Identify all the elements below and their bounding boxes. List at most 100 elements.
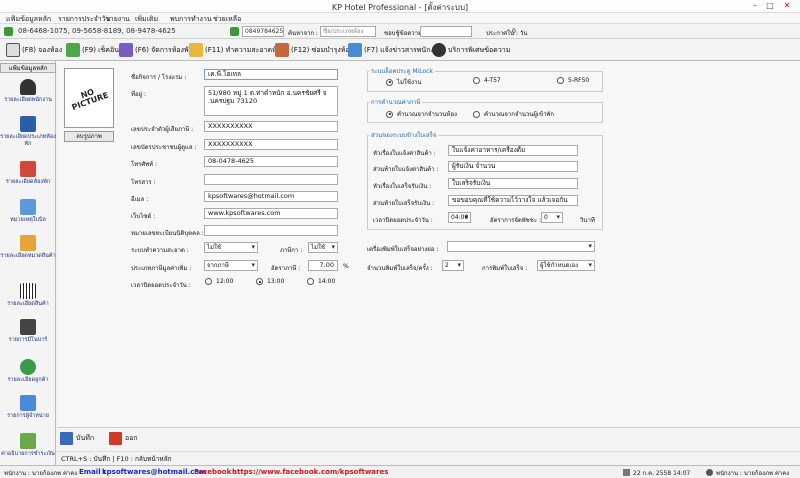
name-label: ชื่อกิจการ / โรงแรม : [131, 74, 187, 81]
radio-dot-selected [386, 110, 393, 118]
invoice-head-label: หัวเรื่องใบแจ้งค่าสินค้า : [373, 150, 436, 157]
datetime: 22 ก.ค. 2558 14:07 [633, 470, 691, 477]
checkout-13-radio[interactable]: 13:00 [256, 278, 284, 285]
booking-button[interactable]: (F8) จองห้อง [6, 42, 62, 58]
sidebar-item-payment[interactable]: ค่าอธิบายการชำระเงิน [0, 433, 56, 469]
cleaning-button[interactable]: (F11) ทำความสะอาดห้อง [189, 42, 284, 58]
invoice-footer-input[interactable]: ผู้รับเงิน จำนวน [448, 161, 578, 172]
website-label: เว็บไซต์ : [131, 213, 156, 220]
sidebar: แฟ้มข้อมูลหลัก รายละเอียดพนักงาน รายละเอ… [0, 61, 56, 465]
radio-label: 12:00 [216, 278, 234, 285]
website-input[interactable]: www.kpsoftwares.com [204, 208, 338, 219]
checkin-label: (F9) เช็คอิน [82, 45, 119, 54]
mobile-icon [230, 27, 239, 36]
receipt-head-input[interactable]: ใบเสร็จรับเงิน [448, 178, 578, 189]
idcard-label: เลขบัตรประชาชนผู้ดูแล : [131, 144, 197, 151]
repair-icon [275, 43, 289, 57]
facebook-link[interactable]: https://www.facebook.com/kpsoftwares [232, 468, 388, 476]
taxid-input[interactable]: XXXXXXXXXX [204, 121, 338, 132]
sidebar-item-customer[interactable]: รายละเอียดลูกค้า [0, 359, 56, 395]
save-button[interactable]: บันทึก [60, 432, 94, 445]
sidebar-item-category[interactable]: รายละเอียดหมวดสินค้า [0, 235, 56, 271]
free-text-input[interactable] [420, 26, 472, 37]
supplier-icon [20, 395, 36, 411]
category-icon [20, 235, 36, 251]
sidebar-tab-master[interactable]: แฟ้มข้อมูลหลัก [0, 63, 56, 73]
milock-none-radio[interactable]: ไม่ใช้งาน [386, 77, 421, 87]
cleaning-system-label: ระบบทำความสะอาด : [131, 247, 189, 254]
radio-dot [205, 278, 212, 285]
room-manage-button[interactable]: (F6) จัดการห้องพัก [119, 42, 193, 58]
special-service-button[interactable]: บริการพิเศษข้อความ [432, 42, 510, 58]
radio-label: 5-RF50 [568, 77, 590, 84]
contact-phones: 08-6468-1075, 09-5658-8189, 08-9478-4625 [18, 27, 176, 35]
radio-dot [557, 77, 564, 84]
cleaning-system-select[interactable]: ไม่ใช้ [204, 242, 258, 253]
menu-bar: แฟ้มข้อมูลหลัก รายการประจำวัน รายงาน เพิ… [0, 13, 800, 24]
email-input[interactable]: kpsoftwares@hotmail.com [204, 191, 338, 202]
email-status[interactable]: kpsoftwares@hotmail.com [102, 468, 206, 476]
status-bar: พนักงาน : นายก้องภพ ค่าคง Email : kpsoft… [0, 465, 800, 478]
milock-t57-radio[interactable]: 4-T57 [473, 77, 501, 84]
sidebar-item-product[interactable]: รายละเอียดสินค้า [0, 283, 56, 319]
print-type-select[interactable]: ผู้ใช้กำหนดเอง [537, 260, 595, 271]
notice-days: 0 [512, 28, 516, 35]
receipt-title: ส่วนของระบบข้างใบเสร็จ [369, 130, 439, 140]
phone-input[interactable]: 08-0478-4625 [204, 156, 338, 167]
receipt-footer-label: ส่วนท้ายใบเสร็จรับเงิน : [373, 200, 435, 207]
minimize-button[interactable]: – [749, 1, 761, 11]
printer-select[interactable] [447, 241, 595, 252]
special-service-label: บริการพิเศษข้อความ [448, 45, 511, 54]
news-button[interactable]: (F7) แจ้งข่าวสารพนักงาน [348, 42, 443, 58]
idcard-input[interactable]: XXXXXXXXXX [204, 139, 338, 150]
no-picture-text: NO PICTURE [70, 87, 110, 113]
sidebar-item-note[interactable]: หมายเหตุใบบิล [0, 199, 56, 235]
floppy-icon [60, 432, 73, 445]
milock-rf50-radio[interactable]: 5-RF50 [557, 77, 589, 84]
checkout-14-radio[interactable]: 14:00 [307, 278, 335, 285]
hotel-photo[interactable]: NO PICTURE [64, 68, 114, 128]
calc-by-room-radio[interactable]: คำนวณจากจำนวนห้อง [386, 109, 457, 119]
sidebar-item-room[interactable]: รายละเอียดห้องพัก [0, 161, 56, 197]
vat-rate-input[interactable]: 7.00 [308, 260, 338, 271]
sidebar-item-room-type[interactable]: รายละเอียดประเภทห้องพัก [0, 116, 56, 152]
sidebar-item-supplier[interactable]: รายการผู้จำหน่าย [0, 395, 56, 431]
hotel-name-input[interactable]: เค.พี.โฮเทล [204, 69, 338, 80]
phone-service-icon [432, 43, 446, 57]
registration-input[interactable] [204, 225, 338, 236]
room-manage-icon [119, 43, 133, 57]
fax-input[interactable] [204, 174, 338, 185]
delay-stepper[interactable]: 0 [541, 212, 563, 223]
checkout-time-label: เวลาปิดยอดประจำวัน : [131, 282, 191, 289]
repair-button[interactable]: (F12) ซ่อมบำรุงห้อง [275, 42, 353, 58]
invoice-head-input[interactable]: ใบแจ้งค่าอาหาร/เครื่องดื่ม [448, 145, 578, 156]
checkout-12-radio[interactable]: 12:00 [205, 278, 233, 285]
payment-icon [20, 433, 36, 449]
exit-button[interactable]: ออก [109, 432, 138, 445]
radio-dot [473, 110, 480, 118]
tax-option-select[interactable]: ไม่ใช้ [308, 242, 338, 253]
calc-by-guest-radio[interactable]: คำนวณจากจำนวนผู้เข้าพัก [473, 109, 554, 119]
copies-stepper[interactable]: 2 [442, 260, 464, 271]
sidebar-item-minibar[interactable]: รายการมีโนบาร์ [0, 319, 56, 355]
sidebar-item-employee[interactable]: รายละเอียดพนักงาน [0, 79, 56, 115]
calendar-icon [6, 43, 20, 57]
sidebar-label: รายละเอียดหมวดสินค้า [0, 253, 56, 259]
search-select[interactable]: ชื่อ/ประเภทห้อง [320, 26, 376, 37]
fax-label: โทรสาร : [131, 179, 156, 186]
checkin-button[interactable]: (F9) เช็คอิน [66, 42, 119, 58]
receipt-footer-input[interactable]: ขอขอบคุณที่ใช้ความไว้วางใจ แล้วเจอกัน [448, 195, 578, 206]
invoice-footer-label: ส่วนท้ายใบแจ้งค่าสินค้า : [373, 166, 439, 173]
sidebar-label: รายการผู้จำหน่าย [7, 413, 49, 419]
vat-type-select[interactable]: จากภาษี [204, 260, 258, 271]
close-button[interactable]: ✕ [781, 1, 793, 11]
address-input[interactable]: 51/980 หมู่ 1 ต.ท่าตำหนัก อ.นครชัยศรี จ … [204, 86, 338, 116]
shortcut-hint-bar: CTRL+S : บันทึก | F10 : กลับหน้าหลัก [57, 451, 800, 463]
maximize-button[interactable]: □ [764, 1, 776, 11]
tax-option-label: ภาษีกา : [280, 247, 303, 254]
close-time-select[interactable]: 04:00 [448, 212, 471, 223]
remove-photo-button[interactable]: ลบรูปภาพ [64, 131, 114, 142]
broom-icon [189, 43, 203, 57]
phone-field[interactable]: 0849784625 [242, 26, 284, 37]
taxid-label: เลขประจำตัวผู้เสียภาษี : [131, 126, 194, 133]
